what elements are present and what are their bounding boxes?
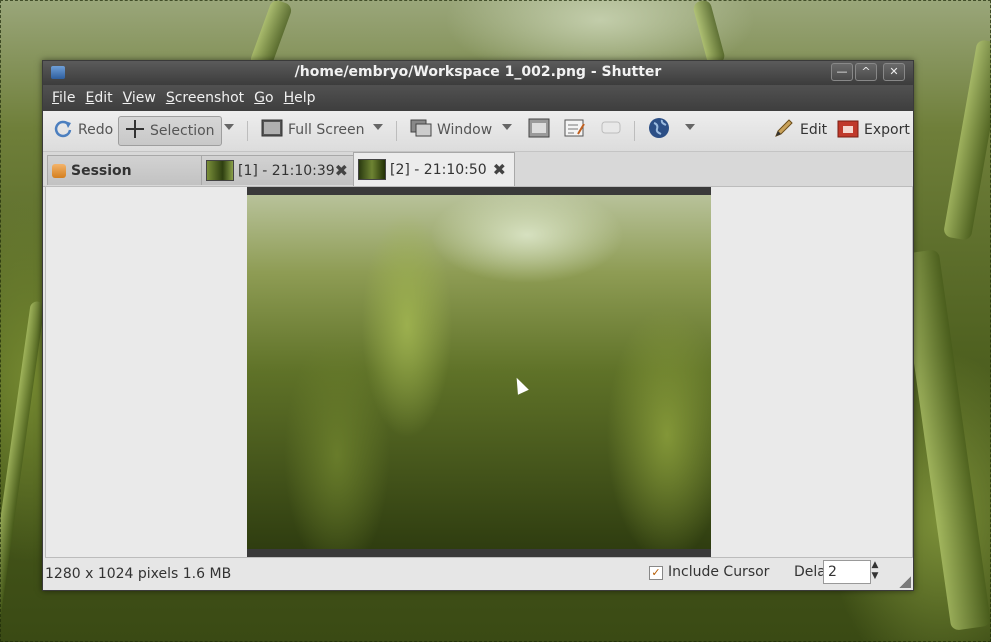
screenshot-viewer[interactable]	[45, 186, 913, 558]
menu-go[interactable]: Go	[249, 90, 278, 106]
section-button[interactable]	[528, 116, 555, 144]
edit-icon	[773, 117, 795, 143]
tab-screenshot-1[interactable]: [1] - 21:10:39 ✖	[201, 155, 357, 185]
screenshot-panel-bottom	[247, 549, 711, 557]
fullscreen-button[interactable]: Full Screen	[261, 116, 365, 144]
menu-capture-icon	[564, 118, 586, 142]
wheat-image	[247, 195, 711, 549]
export-button[interactable]: Export	[837, 116, 910, 144]
window-dropdown-icon[interactable]	[502, 124, 512, 130]
thumbnail-icon	[206, 160, 234, 181]
title-bar[interactable]: /home/embryo/Workspace 1_002.png - Shutt…	[43, 61, 913, 85]
close-tab-icon[interactable]: ✖	[335, 161, 348, 180]
edit-button[interactable]: Edit	[773, 116, 827, 144]
screenshot-panel-top	[247, 187, 711, 195]
export-icon	[837, 117, 859, 143]
close-button[interactable]: ✕	[883, 63, 905, 81]
close-tab-icon[interactable]: ✖	[493, 160, 506, 179]
include-cursor-checkbox[interactable]: ✓	[649, 566, 663, 580]
tooltip-capture-button[interactable]	[600, 116, 627, 144]
shutter-window: /home/embryo/Workspace 1_002.png - Shutt…	[42, 60, 914, 591]
window-icon	[410, 119, 432, 141]
session-icon	[52, 163, 66, 178]
redo-button[interactable]: Redo	[53, 116, 113, 144]
menu-capture-button[interactable]	[564, 116, 591, 144]
section-icon	[528, 118, 550, 142]
include-cursor-label[interactable]: Include Cursor	[668, 564, 769, 580]
menu-screenshot[interactable]: Screenshot	[161, 90, 249, 106]
image-info: 1280 x 1024 pixels 1.6 MB	[45, 566, 232, 582]
tab-bar: Session [1] - 21:10:39 ✖ [2] - 21:10:50 …	[43, 152, 913, 187]
screenshot-image[interactable]	[247, 187, 711, 557]
menu-view[interactable]: View	[118, 90, 161, 106]
window-title: /home/embryo/Workspace 1_002.png - Shutt…	[294, 64, 662, 80]
menu-help[interactable]: Help	[279, 90, 321, 106]
tooltip-icon	[600, 118, 622, 142]
delay-spinner[interactable]: ▲ ▼	[869, 560, 881, 584]
selection-dropdown-icon[interactable]	[224, 124, 234, 130]
status-bar: 1280 x 1024 pixels 1.6 MB ✓ Include Curs…	[43, 558, 913, 590]
selection-button[interactable]: Selection	[118, 116, 222, 146]
redo-icon	[53, 118, 73, 142]
toolbar: Redo Selection Full Screen Window Edit E…	[43, 111, 913, 152]
maximize-button[interactable]: ^	[855, 63, 877, 81]
thumbnail-icon	[358, 159, 386, 180]
fullscreen-icon	[261, 119, 283, 141]
globe-icon	[648, 117, 670, 143]
resize-grip-icon[interactable]	[899, 576, 911, 588]
delay-input[interactable]: 2	[823, 560, 871, 584]
minimize-button[interactable]: —	[831, 63, 853, 81]
menu-edit[interactable]: Edit	[80, 90, 117, 106]
window-button[interactable]: Window	[410, 116, 492, 144]
web-dropdown-icon[interactable]	[685, 124, 695, 130]
fullscreen-dropdown-icon[interactable]	[373, 124, 383, 130]
crosshair-icon	[125, 119, 145, 143]
menu-bar: File Edit View Screenshot Go Help	[43, 85, 913, 111]
web-capture-button[interactable]	[648, 116, 675, 144]
menu-file[interactable]: File	[47, 90, 80, 106]
tab-screenshot-2[interactable]: [2] - 21:10:50 ✖	[353, 152, 515, 186]
tab-session[interactable]: Session	[47, 155, 203, 185]
